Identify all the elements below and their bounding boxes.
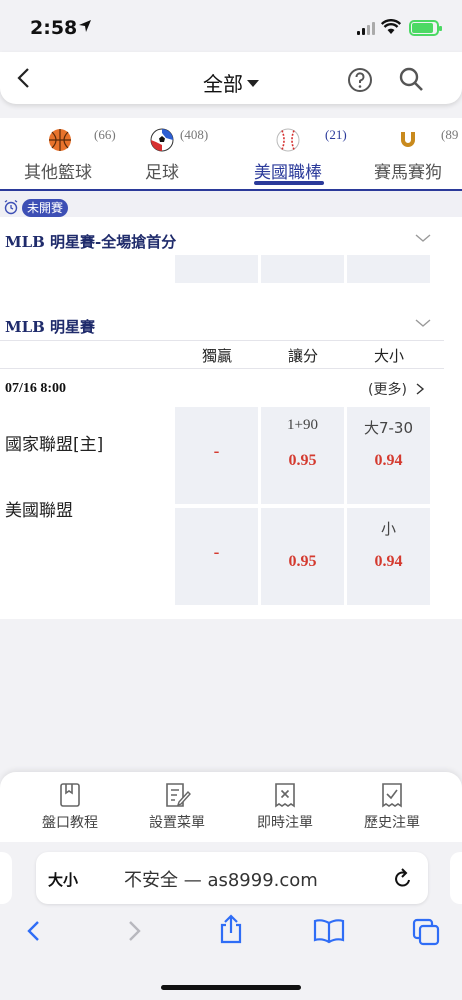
- dropdown-caret-icon: [247, 80, 259, 87]
- tab-label: 足球: [145, 163, 179, 183]
- section-title: MLB 明星賽: [5, 318, 96, 336]
- back-arrow-icon[interactable]: [24, 918, 44, 944]
- wifi-icon: [381, 19, 401, 34]
- tool-label: 盤口教程: [42, 815, 98, 831]
- more-markets-link[interactable]: (更多): [368, 379, 425, 399]
- bottom-toolbar: 盤口教程 設置菜單 即時注單 歷史注單: [0, 772, 462, 842]
- moneyline-away-cell[interactable]: -: [175, 508, 258, 605]
- column-header-moneyline: 獨贏: [201, 347, 232, 365]
- tab-label: 美國職棒: [254, 163, 322, 183]
- url-text: 不安全 — as8999.com: [124, 870, 318, 891]
- tab-count: (66): [94, 127, 116, 142]
- home-indicator: [161, 985, 301, 990]
- alarm-clock-icon: [4, 199, 18, 215]
- event-list: 未開賽 MLB 明星賽-全場搶首分 MLB 明星賽 獨贏 讓分 大小 07/16…: [0, 191, 462, 619]
- status-time: 2:58: [30, 17, 78, 39]
- chevron-down-icon[interactable]: [414, 317, 432, 329]
- handicap-home-cell[interactable]: 1+90 0.95: [261, 407, 344, 504]
- top-header: 全部: [0, 52, 462, 104]
- share-icon[interactable]: [218, 914, 244, 944]
- odds-cell[interactable]: [347, 255, 430, 283]
- tool-label: 即時注單: [257, 815, 313, 831]
- tab-count: (21): [325, 127, 347, 142]
- tab-basketball[interactable]: (66) 其他籃球: [0, 118, 116, 190]
- chevron-right-icon: [416, 383, 425, 395]
- tutorial-button[interactable]: 盤口教程: [20, 782, 120, 832]
- match-status-row: 未開賽: [0, 191, 462, 217]
- location-arrow-icon: [79, 20, 91, 32]
- category-dropdown[interactable]: 全部: [0, 68, 462, 97]
- column-header-handicap: 讓分: [287, 347, 318, 365]
- match-datetime: 07/16 8:00: [5, 381, 67, 396]
- odds-cell[interactable]: [175, 255, 258, 283]
- baseball-icon: [276, 128, 300, 152]
- book-icon: [60, 783, 80, 807]
- reload-icon[interactable]: [393, 867, 413, 889]
- odds-cell[interactable]: [261, 255, 344, 283]
- cellular-signal-icon: [357, 22, 375, 35]
- odds-value: 0.94: [374, 553, 403, 570]
- total-line: 小: [380, 520, 396, 538]
- tab-soccer[interactable]: (408) 足球: [122, 118, 232, 190]
- team-name-away: 美國聯盟: [5, 501, 73, 521]
- section-title: MLB 明星賽-全場搶首分: [5, 233, 177, 251]
- bet-slip-icon: [275, 783, 295, 808]
- total-under-cell[interactable]: 小 0.94: [347, 508, 430, 605]
- odds-value: -: [213, 542, 220, 562]
- tool-label: 歷史注單: [364, 815, 420, 831]
- odds-value: 0.95: [288, 553, 317, 570]
- address-bar[interactable]: 大小 不安全 — as8999.com: [36, 852, 428, 904]
- divider: [0, 368, 444, 369]
- bet-history-button[interactable]: 歷史注單: [342, 782, 442, 832]
- tab-baseball[interactable]: (21) 美國職棒: [244, 118, 354, 190]
- handicap-line: 1+90: [287, 417, 318, 433]
- bookmarks-icon[interactable]: [313, 918, 345, 944]
- status-badge: 未開賽: [22, 199, 69, 217]
- more-label: (更多): [368, 382, 407, 398]
- tool-label: 設置菜單: [149, 815, 205, 831]
- chevron-down-icon[interactable]: [414, 232, 432, 244]
- edit-menu-icon: [166, 783, 191, 807]
- tab-horse-racing[interactable]: (89 賽馬賽狗: [374, 118, 462, 190]
- settings-menu-button[interactable]: 設置菜單: [127, 782, 227, 832]
- sport-tabs: (66) 其他籃球 (408) 足球 (21) 美國職棒 (89 賽馬賽狗: [0, 118, 462, 190]
- forward-arrow-icon[interactable]: [124, 918, 144, 944]
- market-section-first-score[interactable]: MLB 明星賽-全場搶首分: [0, 221, 444, 293]
- column-header-total: 大小: [373, 347, 404, 365]
- tabs-icon[interactable]: [412, 918, 440, 946]
- team-name-home: 國家聯盟[主]: [5, 435, 104, 455]
- live-bets-button[interactable]: 即時注單: [235, 782, 335, 832]
- market-section-all-star: MLB 明星賽 獨贏 讓分 大小 07/16 8:00 (更多) 國家聯盟[主]…: [0, 306, 444, 619]
- total-line: 大7-30: [363, 419, 414, 437]
- soccer-ball-icon: [150, 128, 174, 152]
- previous-tab-preview[interactable]: [0, 852, 12, 904]
- search-icon[interactable]: [398, 66, 424, 92]
- odds-value: -: [213, 441, 220, 461]
- help-icon[interactable]: [347, 67, 373, 93]
- odds-value: 0.95: [288, 452, 317, 469]
- basketball-icon: [49, 129, 71, 151]
- battery-icon: [409, 20, 442, 36]
- page-title: 全部: [203, 72, 243, 96]
- divider: [0, 340, 444, 341]
- odds-value: 0.94: [374, 452, 403, 469]
- tab-label: 其他籃球: [24, 163, 92, 183]
- total-over-cell[interactable]: 大7-30 0.94: [347, 407, 430, 504]
- active-tab-underline: [254, 181, 324, 185]
- tab-count: (89: [441, 127, 459, 142]
- history-slip-icon: [382, 783, 402, 808]
- handicap-away-cell[interactable]: 0.95: [261, 508, 344, 605]
- status-bar: 2:58: [0, 0, 462, 56]
- text-size-button[interactable]: 大小: [48, 869, 78, 890]
- moneyline-home-cell[interactable]: -: [175, 407, 258, 504]
- tab-label: 賽馬賽狗: [374, 163, 442, 183]
- browser-chrome: 大小 不安全 — as8999.com: [0, 842, 462, 1000]
- next-tab-preview[interactable]: [450, 852, 462, 904]
- tab-count: (408): [180, 127, 209, 142]
- horseshoe-icon: [401, 132, 415, 147]
